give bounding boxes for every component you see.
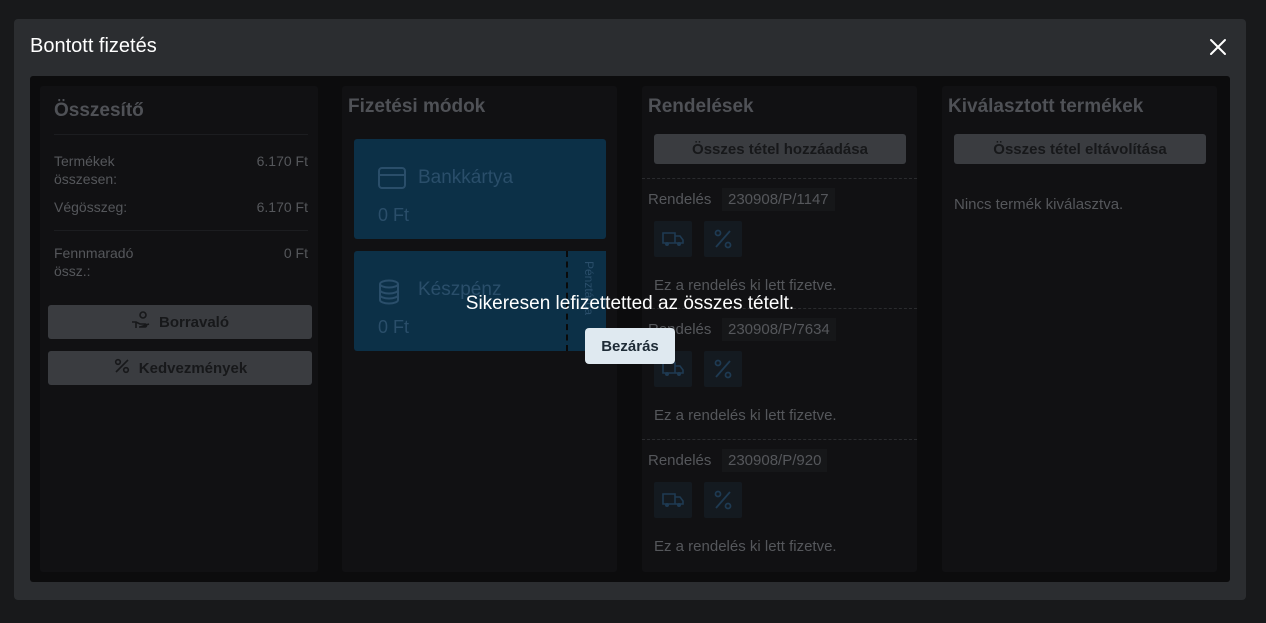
payment-method-amount: 0 Ft xyxy=(378,205,410,225)
percent-icon[interactable] xyxy=(704,351,742,387)
payment-methods-panel: Fizetési módok Bankkártya 0 Ft Készpénz … xyxy=(342,86,617,572)
truck-icon[interactable] xyxy=(654,221,692,257)
order-id: 230908/P/1147 xyxy=(722,188,835,211)
modal-title: Bontott fizetés xyxy=(30,35,157,57)
summary-row-value: 0 Ft xyxy=(283,245,308,261)
order-status: Ez a rendelés ki lett fizetve. xyxy=(654,277,837,294)
discounts-button-label: Kedvezmények xyxy=(138,359,248,377)
order-item: Rendelés 230908/P/1147 Ez a rendelés ki … xyxy=(642,178,917,308)
empty-selection-text: Nincs termék kiválasztva. xyxy=(954,196,1124,213)
order-id: 230908/P/7634 xyxy=(722,318,836,341)
selected-products-panel: Kiválasztott termékek Összes tétel eltáv… xyxy=(942,86,1217,572)
percent-icon[interactable] xyxy=(704,221,742,257)
order-status: Ez a rendelés ki lett fizetve. xyxy=(654,407,837,424)
truck-icon[interactable] xyxy=(654,482,692,518)
orders-panel: Rendelések Összes tétel hozzáadása Rende… xyxy=(642,86,917,572)
summary-row-value: 6.170 Ft xyxy=(256,153,308,169)
summary-panel: Összesítő Termékek összesen: 6.170 Ft Vé… xyxy=(40,86,318,572)
remove-all-items-button[interactable]: Összes tétel eltávolítása xyxy=(954,134,1206,164)
summary-row-label: Termékek összesen: xyxy=(54,153,118,187)
divider xyxy=(54,230,308,231)
payment-method-amount: 0 Ft xyxy=(378,317,410,337)
add-all-items-button[interactable]: Összes tétel hozzáadása xyxy=(654,134,906,164)
summary-row-value: 6.170 Ft xyxy=(256,199,308,215)
summary-row-label: Végösszeg: xyxy=(54,199,128,215)
selected-products-title: Kiválasztott termékek xyxy=(948,96,1144,117)
tip-button-label: Borravaló xyxy=(158,313,230,331)
close-button[interactable]: Bezárás xyxy=(585,328,675,364)
order-label: Rendelés xyxy=(648,191,712,208)
order-label: Rendelés xyxy=(648,452,712,469)
summary-title: Összesítő xyxy=(54,100,144,121)
modal-header: Bontott fizetés xyxy=(14,19,1246,75)
close-icon[interactable] xyxy=(1206,35,1230,59)
success-message: Sikeresen lefizettetted az összes tételt… xyxy=(465,293,795,314)
order-id: 230908/P/920 xyxy=(722,449,828,472)
orders-title: Rendelések xyxy=(648,96,754,117)
percent-icon xyxy=(113,357,131,379)
order-item: Rendelés 230908/P/7634 Ez a rendelés ki … xyxy=(642,308,917,438)
order-status: Ez a rendelés ki lett fizetve. xyxy=(654,538,837,555)
order-item: Rendelés 230908/P/920 Ez a rendelés ki l… xyxy=(642,439,917,569)
summary-row-label: Fennmaradó össz.: xyxy=(54,245,134,279)
percent-icon[interactable] xyxy=(704,482,742,518)
discounts-button[interactable]: Kedvezmények xyxy=(48,351,312,385)
divider xyxy=(54,134,308,135)
payment-methods-title: Fizetési módok xyxy=(348,96,486,117)
payment-card-bankcard[interactable]: Bankkártya 0 Ft xyxy=(354,139,606,239)
payment-method-name: Bankkártya xyxy=(418,167,514,188)
credit-card-icon xyxy=(378,167,406,194)
